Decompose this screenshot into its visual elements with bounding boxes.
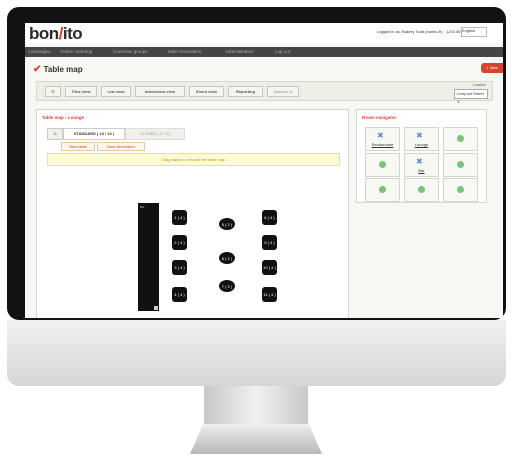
room-restaurante[interactable]: ✖ Restaurante — [365, 127, 400, 151]
nav-campaigns[interactable]: Campaigns — [28, 49, 51, 54]
table-9[interactable]: 9 ( 4 ) — [262, 235, 277, 250]
notice-bar: Drag tables to rebuild the table map — [47, 153, 340, 166]
room-empty-3[interactable] — [443, 153, 478, 177]
table-5[interactable]: 5 ( 2 ) — [219, 218, 235, 230]
refresh-icon[interactable]: ⟳ — [45, 86, 61, 97]
table-3[interactable]: 3 ( 4 ) — [172, 260, 187, 275]
status-dot-icon — [379, 186, 386, 193]
table-map-title: Table map › Lounge — [42, 115, 85, 120]
top-header: bon/ito Logged in as: Bakery Todd (bonit… — [25, 23, 503, 43]
tab-closed[interactable]: CLOSED ( 0 / 0 ) — [125, 128, 185, 140]
bar-label: Bar — [140, 205, 145, 209]
view-toolbar: ⟳ Time view List view Interaction view E… — [36, 81, 493, 104]
room-navigator-panel: Room navigator ✖ Restaurante ✖ Lounge ✖ Bar — [356, 109, 487, 203]
options-button[interactable]: Options ∨ — [267, 86, 299, 97]
room-empty-5[interactable] — [404, 178, 439, 202]
event-view-button[interactable]: Event view — [189, 86, 224, 97]
room-bar[interactable]: ✖ Bar — [404, 153, 439, 177]
table-7[interactable]: 7 ( 2 ) — [219, 280, 235, 292]
room-icon: ✖ — [377, 131, 384, 140]
room-empty-2[interactable] — [365, 153, 400, 177]
status-dot-icon — [457, 135, 464, 142]
status-dot-icon — [379, 161, 386, 168]
new-table-button[interactable]: New table — [61, 142, 95, 151]
room-lounge[interactable]: ✖ Lounge — [404, 127, 439, 151]
room-empty-6[interactable] — [443, 178, 478, 202]
page-title: ✔ Table map — [33, 64, 83, 75]
nav-online-reporting[interactable]: Online reporting — [60, 49, 92, 54]
nav-table-reservation[interactable]: Table reservation — [167, 49, 201, 54]
language-select[interactable]: English — [461, 27, 487, 37]
status-dot-icon — [418, 186, 425, 193]
nav-administration[interactable]: Administration — [225, 49, 254, 54]
add-tab-icon[interactable]: ⊕ — [47, 128, 63, 140]
status-dot-icon — [457, 161, 464, 168]
resize-handle[interactable] — [154, 306, 158, 310]
logged-in-info: Logged in as: Bakery Todd (bonito-fr) · … — [376, 29, 465, 34]
bar-counter[interactable]: Bar — [138, 203, 159, 311]
page-title-text: Table map — [43, 65, 83, 74]
room-empty-4[interactable] — [365, 178, 400, 202]
monitor-stand-neck — [204, 386, 308, 428]
room-empty-1[interactable] — [443, 127, 478, 151]
nav-logout[interactable]: Log out — [275, 49, 290, 54]
nav-customer-groups[interactable]: Customer groups — [113, 49, 148, 54]
check-icon: ✔ — [33, 64, 42, 75]
table-6[interactable]: 6 ( 2 ) — [219, 252, 235, 264]
room-icon: ✖ — [416, 157, 423, 166]
room-icon: ✖ — [416, 131, 423, 140]
reporting-button[interactable]: Reporting — [228, 86, 263, 97]
list-view-button[interactable]: List view — [101, 86, 131, 97]
room-navigator-title: Room navigator — [362, 115, 397, 120]
table-1[interactable]: 1 ( 4 ) — [172, 210, 187, 225]
monitor-stand-base — [190, 424, 322, 454]
location-select[interactable]: Livepool Street ∨ — [454, 89, 488, 104]
main-nav: Campaigns Online reporting Customer grou… — [25, 47, 503, 57]
bonito-logo[interactable]: bon/ito — [29, 24, 83, 44]
app-screen: bon/ito Logged in as: Bakery Todd (bonit… — [25, 23, 503, 318]
notice-text: Drag tables to rebuild the table map — [161, 157, 226, 162]
monitor-chin — [7, 320, 506, 386]
location-label: Location — [472, 83, 486, 87]
table-11[interactable]: 11 ( 4 ) — [262, 287, 277, 302]
table-map-panel: Table map › Lounge ⊕ STANDARD ( 10 / 10 … — [36, 109, 349, 318]
time-view-button[interactable]: Time view — [65, 86, 97, 97]
new-decoration-button[interactable]: New decoration — [97, 142, 145, 151]
new-reservation-button[interactable]: + New — [481, 63, 503, 73]
table-2[interactable]: 2 ( 4 ) — [172, 235, 187, 250]
tab-standard[interactable]: STANDARD ( 10 / 10 ) — [63, 128, 125, 140]
status-dot-icon — [457, 186, 464, 193]
logo-text-right: ito — [62, 24, 83, 43]
logo-text-left: bon — [29, 24, 59, 43]
interaction-view-button[interactable]: Interaction view — [135, 86, 185, 97]
table-8[interactable]: 8 ( 4 ) — [262, 210, 277, 225]
table-4[interactable]: 4 ( 4 ) — [172, 287, 187, 302]
table-10[interactable]: 10 ( 4 ) — [262, 260, 277, 275]
